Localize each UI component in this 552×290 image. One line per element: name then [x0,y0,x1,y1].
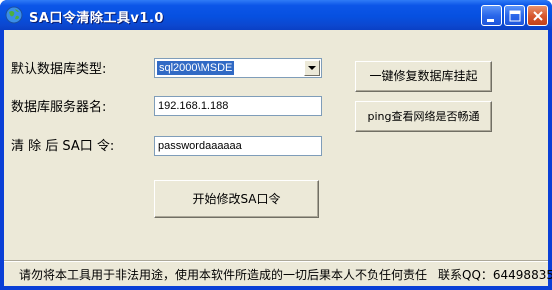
start-change-password-button[interactable]: 开始修改SA口令 [154,180,319,218]
close-icon [533,11,543,21]
server-input[interactable]: 192.168.1.188 [154,96,322,116]
contact-qq-text: 联系QQ：644988358 [438,268,552,282]
password-input[interactable]: passwordaaaaaa [154,136,322,156]
disclaimer-text: 请勿将本工具用于非法用途，使用本软件所造成的一切后果本人不负任何责任 [19,268,428,282]
maximize-button[interactable] [504,5,525,26]
repair-db-button[interactable]: 一键修复数据库挂起 [355,61,492,92]
ping-network-button[interactable]: ping查看网络是否畅通 [355,101,492,132]
maximize-icon [509,10,521,22]
db-type-select[interactable]: sql2000\MSDE [154,58,322,78]
status-divider [4,260,548,262]
window-title: SA口令清除工具v1.0 [29,11,164,26]
password-label: 清 除 后 SA口 令: [11,139,115,154]
title-bar[interactable]: SA口令清除工具v1.0 [0,0,552,30]
close-button[interactable] [527,5,548,26]
globe-icon [5,6,23,24]
app-window: SA口令清除工具v1.0 默认数据库类型: sql2000\MSDE 数据库服务… [0,0,552,290]
db-type-dropdown-button[interactable] [304,60,320,76]
minimize-icon [487,19,494,22]
db-type-selected-value: sql2000\MSDE [157,61,235,75]
server-label: 数据库服务器名: [11,100,107,115]
db-type-label: 默认数据库类型: [11,62,107,77]
window-frame-bottom [0,286,552,290]
dialog-body: 默认数据库类型: sql2000\MSDE 数据库服务器名: 192.168.1… [4,30,552,286]
chevron-down-icon [308,66,316,70]
minimize-button[interactable] [481,5,502,26]
